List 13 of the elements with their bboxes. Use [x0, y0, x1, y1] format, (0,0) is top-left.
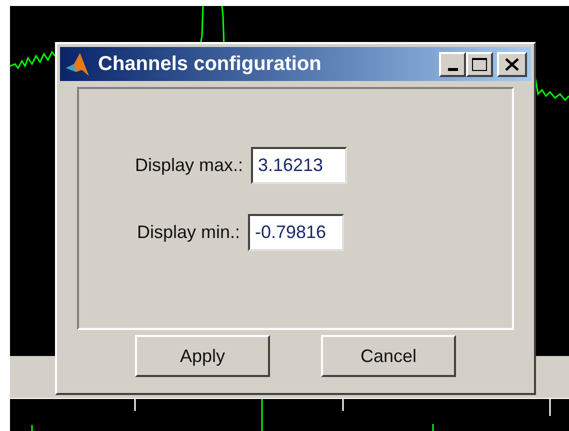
dialog-button[interactable]: Apply	[135, 335, 270, 377]
close-icon	[505, 58, 519, 70]
field-label: Display min.:	[136, 221, 240, 244]
minimize-button[interactable]	[439, 52, 466, 76]
dialog-button[interactable]: Cancel	[321, 335, 456, 377]
input-field[interactable]: -0.79816	[248, 214, 344, 251]
window-title: Channels configuration	[98, 52, 322, 77]
maximize-icon	[472, 58, 487, 70]
maximize-button[interactable]	[466, 52, 493, 76]
field-label: Display max.:	[134, 154, 243, 177]
minimize-icon	[448, 68, 458, 70]
close-button[interactable]	[497, 52, 527, 76]
input-field[interactable]: 3.16213	[251, 147, 347, 184]
